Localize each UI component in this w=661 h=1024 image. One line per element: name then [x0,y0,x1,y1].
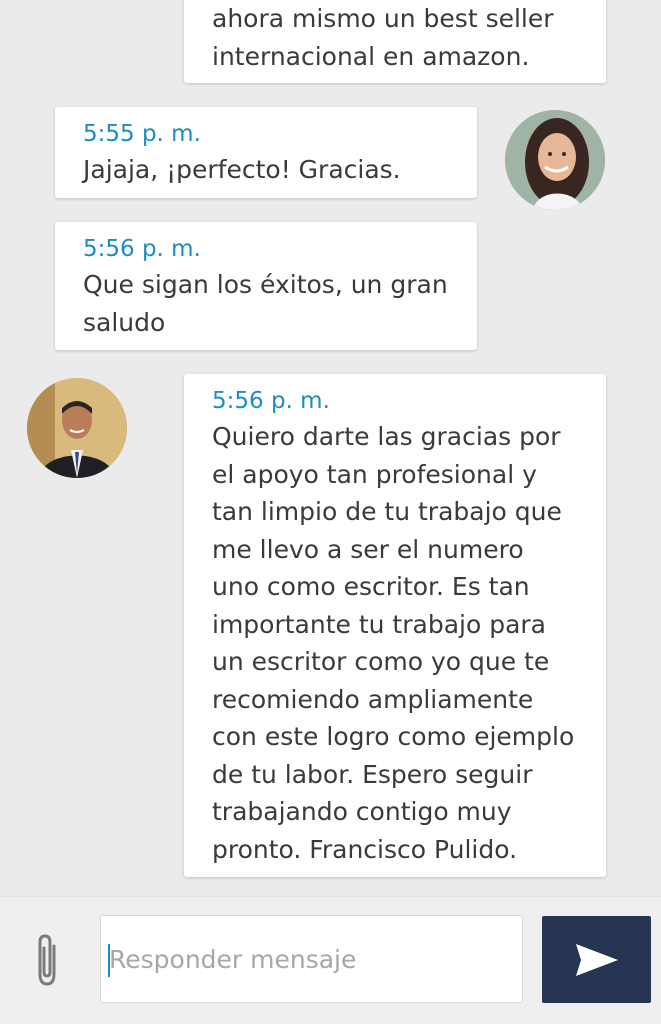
paperclip-icon[interactable] [30,930,64,990]
message-text: Quiero darte las gracias por el apoyo ta… [212,422,575,864]
avatar [505,110,605,210]
message-time: 5:56 p. m. [83,236,201,262]
message-bubble: 5:55 p. m. Jajaja, ¡perfecto! Gracias. [55,107,477,198]
message-text: Jajaja, ¡perfecto! Gracias. [83,155,401,184]
message-text: Que sigan los éxitos, un gran saludo [83,270,448,337]
message-time: 5:55 p. m. [83,121,201,147]
woman-avatar-icon [505,110,605,210]
man-avatar-icon [27,378,127,478]
send-arrow-icon [575,943,618,976]
message-bubble: ahora mismo un best seller internacional… [184,0,606,83]
message-text: ahora mismo un best seller internacional… [212,4,554,71]
message-bubble: 5:56 p. m. Quiero darte las gracias por … [184,374,606,877]
avatar [27,378,127,478]
message-bubble: 5:56 p. m. Que sigan los éxitos, un gran… [55,222,477,350]
send-button[interactable] [542,916,651,1003]
reply-input[interactable] [100,915,523,1003]
text-caret [108,944,110,977]
message-time: 5:56 p. m. [212,388,330,414]
chat-thread: ahora mismo un best seller internacional… [0,0,661,896]
